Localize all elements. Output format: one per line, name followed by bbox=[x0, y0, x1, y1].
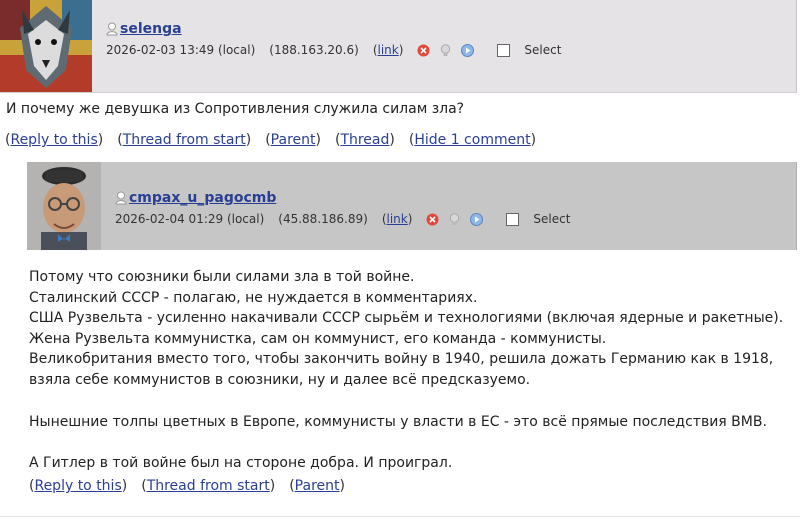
comment-text: И почему же девушка из Сопротивления слу… bbox=[6, 101, 465, 117]
comment-actions: (Reply to this) (Thread from start) (Paren… bbox=[5, 132, 537, 148]
reply-link[interactable]: Reply to this bbox=[10, 132, 97, 148]
comment-actions: (Reply to this) (Thread from start) (Paren… bbox=[29, 478, 345, 494]
paragraph: Потому что союзники были силами зла в то… bbox=[29, 269, 415, 285]
thread-from-start-link[interactable]: Thread from start bbox=[147, 478, 270, 494]
select-label: Select bbox=[533, 212, 571, 226]
user-icon bbox=[106, 22, 118, 36]
permalink: (link) bbox=[381, 212, 413, 226]
avatar[interactable] bbox=[0, 0, 92, 92]
permalink: (link) bbox=[372, 43, 404, 57]
select-checkbox[interactable] bbox=[506, 212, 520, 226]
select-label: Select bbox=[524, 43, 562, 57]
timestamp: 2026-02-04 01:29 (local) bbox=[115, 212, 265, 226]
thread-link[interactable]: Thread bbox=[340, 132, 389, 148]
track-icon[interactable] bbox=[448, 212, 461, 226]
username-link[interactable]: selenga bbox=[106, 21, 575, 37]
paragraph: США Рузвельта - усиленно накачивали СССР… bbox=[29, 310, 784, 347]
paragraph: Нынешние толпы цветных в Европе, коммуни… bbox=[29, 413, 767, 430]
parent-link[interactable]: Parent bbox=[295, 478, 340, 494]
delete-icon[interactable] bbox=[417, 44, 430, 57]
paragraph: Великобритания вместо того, чтобы законч… bbox=[29, 351, 774, 388]
ip-address: (188.163.20.6) bbox=[269, 43, 359, 57]
comment-header: selenga 2026-02-03 13:49 (local) (188.16… bbox=[0, 0, 797, 93]
paragraph: Сталинский СССР - полагаю, не нуждается … bbox=[29, 289, 478, 306]
expand-icon[interactable] bbox=[470, 212, 484, 226]
expand-icon[interactable] bbox=[461, 43, 475, 57]
hide-comments-link[interactable]: Hide 1 comment bbox=[414, 132, 530, 148]
link[interactable]: link bbox=[378, 43, 399, 57]
track-icon[interactable] bbox=[439, 43, 452, 57]
reply-link[interactable]: Reply to this bbox=[34, 478, 121, 494]
delete-icon[interactable] bbox=[426, 213, 439, 226]
username[interactable]: selenga bbox=[120, 21, 182, 37]
avatar[interactable] bbox=[27, 162, 101, 250]
thread-from-start-link[interactable]: Thread from start bbox=[123, 132, 246, 148]
ip-address: (45.88.186.89) bbox=[278, 212, 368, 226]
user-icon bbox=[115, 191, 127, 205]
timestamp: 2026-02-03 13:49 (local) bbox=[106, 43, 256, 57]
username[interactable]: cmpax_u_pagocmb bbox=[129, 190, 276, 206]
comment-text: Потому что союзники были силами зла в то… bbox=[29, 267, 789, 474]
parent-link[interactable]: Parent bbox=[271, 132, 316, 148]
username-link[interactable]: cmpax_u_pagocmb bbox=[115, 190, 584, 206]
comment-header: cmpax_u_pagocmb 2026-02-04 01:29 (local)… bbox=[27, 162, 797, 250]
paragraph: А Гитлер в той войне был на стороне добр… bbox=[29, 455, 453, 472]
select-checkbox[interactable] bbox=[497, 43, 511, 57]
link[interactable]: link bbox=[387, 212, 408, 226]
